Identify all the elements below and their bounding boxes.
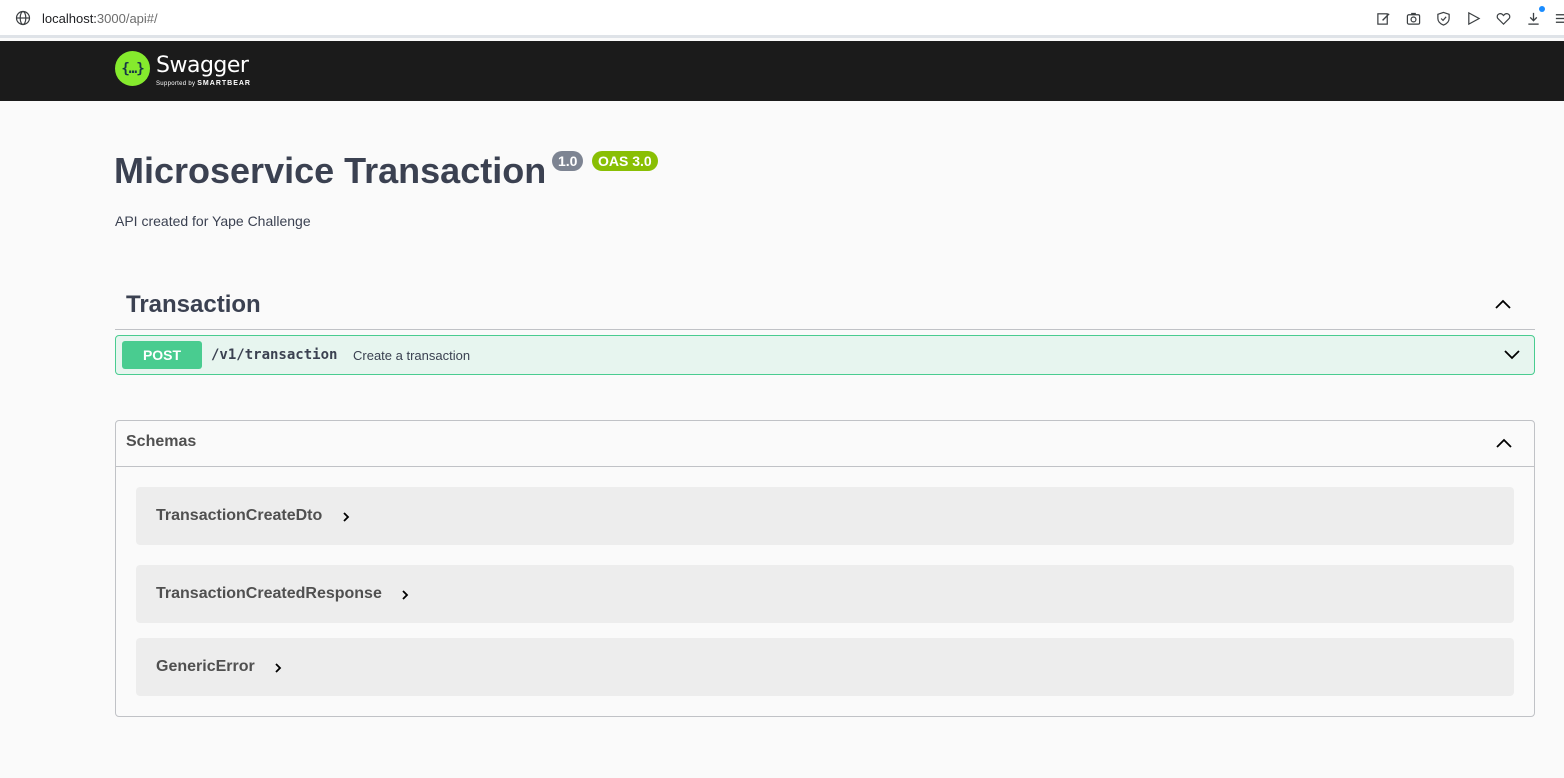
url-path: 3000/api#/ (96, 11, 158, 26)
notification-dot (1539, 6, 1545, 12)
heart-icon[interactable] (1494, 9, 1512, 27)
camera-icon[interactable] (1404, 9, 1422, 27)
schema-name: TransactionCreatedResponse (156, 585, 382, 602)
url-field[interactable]: localhost:3000/api#/ (42, 11, 158, 26)
schema-name: TransactionCreateDto (156, 507, 323, 524)
swagger-logo-icon: {…} (115, 51, 150, 86)
api-title: Microservice Transaction (114, 150, 547, 191)
method-badge: POST (122, 341, 202, 369)
chevron-right-icon[interactable] (273, 663, 283, 673)
operation-path: /v1/transaction (211, 347, 338, 363)
schema-item[interactable]: GenericError (136, 638, 1514, 696)
schemas-header[interactable]: Schemas (116, 421, 1534, 467)
oas-badge: OAS 3.0 (592, 151, 658, 171)
browser-address-bar: localhost:3000/api#/ (0, 0, 1564, 38)
logo-sub-brand: SMARTBEAR (197, 80, 251, 87)
schema-item[interactable]: TransactionCreatedResponse (136, 565, 1514, 623)
download-icon[interactable] (1524, 6, 1545, 27)
schemas-title: Schemas (126, 433, 197, 450)
tag-title: Transaction (126, 291, 261, 318)
api-description: API created for Yape Challenge (115, 213, 311, 229)
swagger-logo-name: Swagger (156, 53, 249, 78)
chevron-up-icon[interactable] (1494, 433, 1514, 453)
swagger-logo[interactable]: {…} Swagger Supported by SMARTBEAR (115, 51, 251, 88)
edit-icon[interactable] (1374, 9, 1392, 27)
shield-icon[interactable] (1434, 9, 1452, 27)
schema-name: GenericError (156, 658, 255, 675)
url-host: localhost: (42, 11, 97, 26)
chevron-down-icon[interactable] (1502, 345, 1522, 365)
swagger-logo-subtitle: Supported by SMARTBEAR (156, 80, 251, 88)
version-badge: 1.0 (552, 151, 584, 171)
operation-summary: Create a transaction (353, 348, 471, 363)
swagger-logo-text: Swagger Supported by SMARTBEAR (156, 51, 251, 88)
chevron-up-icon[interactable] (1493, 294, 1513, 314)
swagger-topbar: {…} Swagger Supported by SMARTBEAR (0, 41, 1564, 101)
schemas-section: Schemas TransactionCreateDto Transaction… (115, 420, 1535, 717)
operation-post-transaction[interactable]: POST /v1/transaction Create a transactio… (115, 335, 1535, 375)
send-icon[interactable] (1464, 9, 1482, 27)
tag-section-header[interactable]: Transaction (115, 280, 1535, 330)
chevron-right-icon[interactable] (400, 590, 410, 600)
menu-icon[interactable] (1554, 9, 1564, 27)
globe-icon (15, 10, 31, 26)
logo-sub-prefix: Supported by (156, 81, 196, 87)
browser-toolbar (1362, 6, 1564, 27)
schema-item[interactable]: TransactionCreateDto (136, 487, 1514, 545)
chevron-right-icon[interactable] (341, 512, 351, 522)
